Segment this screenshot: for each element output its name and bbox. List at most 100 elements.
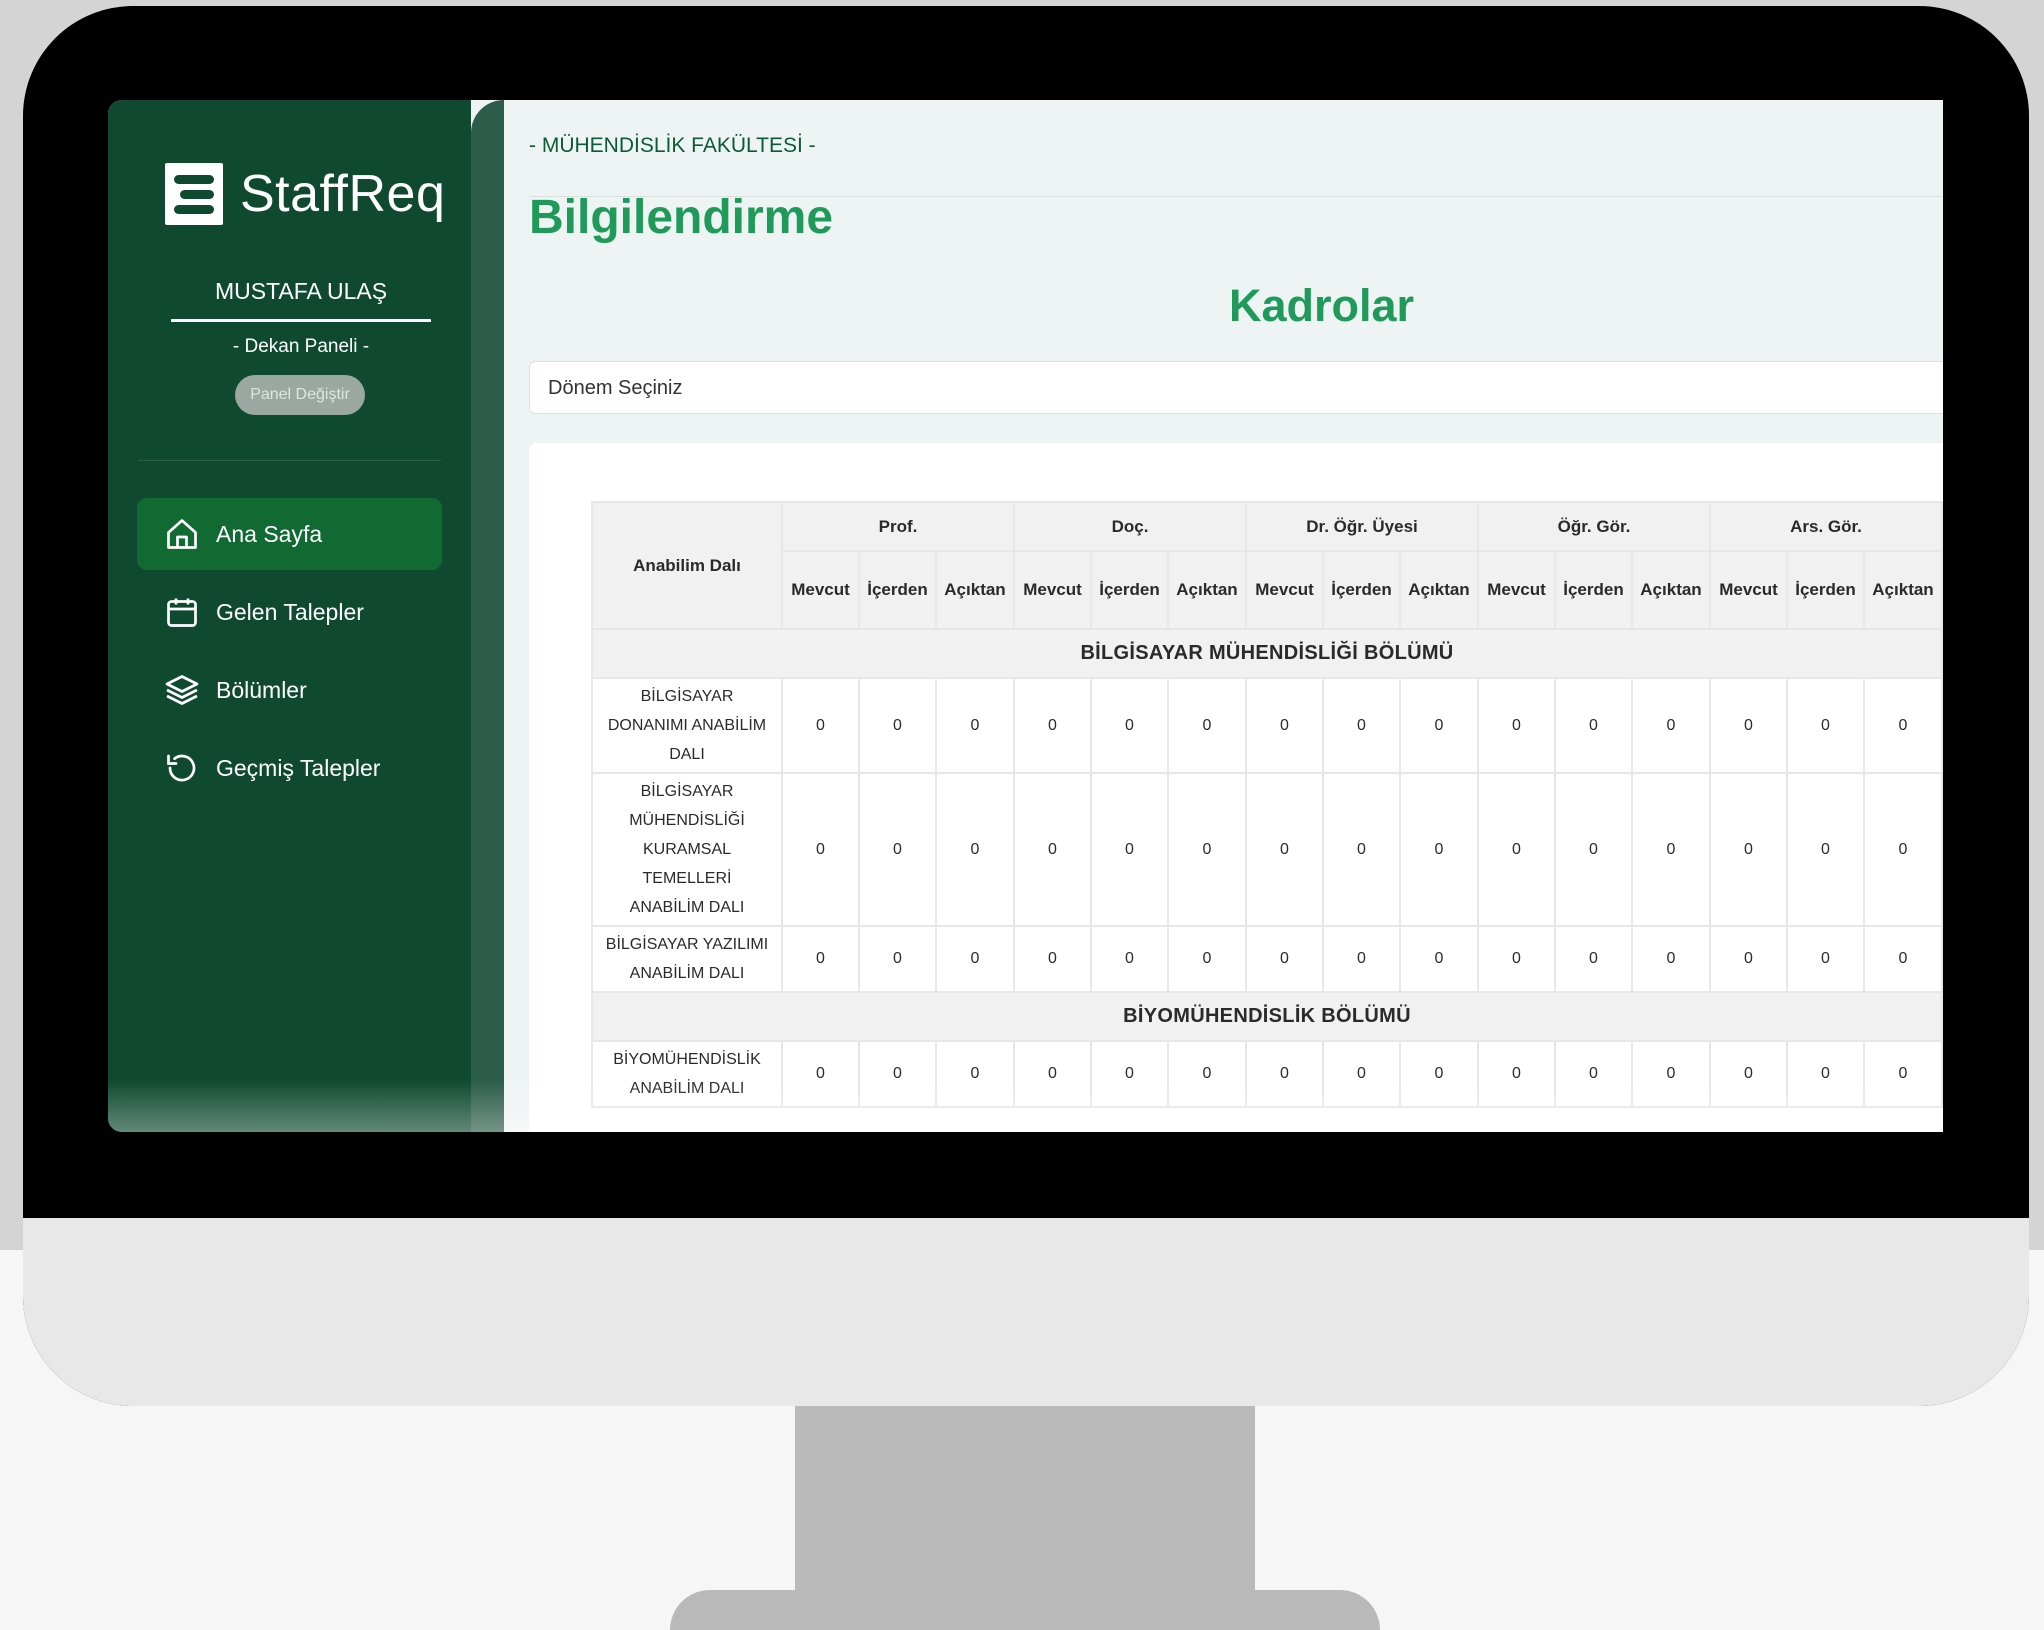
department-name-line: BİLGİSAYAR	[640, 783, 734, 800]
value-cell: 0	[1786, 677, 1865, 774]
value-cell: 0	[1399, 772, 1479, 927]
value-cell: 0	[1167, 772, 1247, 927]
value-cell: 0	[1863, 1040, 1943, 1108]
column-sub-header: Mevcut	[781, 550, 860, 630]
value-cell: 0	[1709, 677, 1788, 774]
column-sub-header: Mevcut	[1013, 550, 1092, 630]
value-cell: 0	[858, 772, 937, 927]
panel-switch-button[interactable]: Panel Değiştir	[235, 375, 365, 415]
sidebar: StaffReq MUSTAFA ULAŞ - Dekan Paneli - P…	[108, 100, 471, 1132]
value-cell: 0	[1863, 925, 1943, 993]
nav-item-ana-sayfa[interactable]: Ana Sayfa	[137, 498, 442, 570]
value-cell: 0	[1786, 925, 1865, 993]
value-cell: 0	[1477, 1040, 1556, 1108]
history-icon	[164, 750, 200, 786]
value-cell: 0	[1631, 677, 1711, 774]
department-name-line: TEMELLERİ	[642, 870, 732, 887]
value-cell: 0	[1554, 1040, 1633, 1108]
value-cell: 0	[1477, 925, 1556, 993]
value-cell: 0	[1863, 772, 1943, 927]
home-icon	[164, 516, 200, 552]
staffreq-logo-icon	[165, 163, 223, 225]
department-name-cell: BİYOMÜHENDİSLİK ANABİLİM DALI	[591, 1040, 783, 1108]
column-sub-header: İçerden	[858, 550, 937, 630]
value-cell: 0	[935, 1040, 1015, 1108]
user-name: MUSTAFA ULAŞ	[171, 278, 431, 322]
column-sub-header: Mevcut	[1245, 550, 1324, 630]
value-cell: 0	[1090, 677, 1169, 774]
value-cell: 0	[781, 925, 860, 993]
value-cell: 0	[935, 677, 1015, 774]
nav-item-bölümler[interactable]: Bölümler	[137, 654, 442, 726]
page-title: Bilgilendirme	[529, 191, 834, 244]
value-cell: 0	[1554, 677, 1633, 774]
value-cell: 0	[1709, 772, 1788, 927]
monitor-stand-base	[670, 1590, 1380, 1630]
value-cell: 0	[935, 925, 1015, 993]
column-group-header: Prof.	[781, 501, 1015, 552]
department-name-line: ANABİLİM DALI	[629, 1080, 745, 1097]
table-row: BİLGİSAYAR MÜHENDİSLİĞİ KURAMSAL TEMELLERİ A…	[591, 772, 1943, 927]
app-name: StaffReq	[240, 165, 446, 223]
column-sub-header: Açıktan	[1863, 550, 1943, 630]
department-name-line: DALI	[669, 746, 705, 763]
value-cell: 0	[935, 772, 1015, 927]
value-cell: 0	[1709, 1040, 1788, 1108]
value-cell: 0	[858, 677, 937, 774]
value-cell: 0	[1399, 1040, 1479, 1108]
value-cell: 0	[1245, 925, 1324, 993]
column-group-header: Dr. Öğr. Üyesi	[1245, 501, 1479, 552]
value-cell: 0	[1631, 925, 1711, 993]
section-row: BİLGİSAYAR MÜHENDİSLİĞİ BÖLÜMÜ	[591, 628, 1943, 679]
department-name-line: KURAMSAL	[642, 841, 732, 858]
nav-item-geçmiş-talepler[interactable]: Geçmiş Talepler	[137, 732, 442, 804]
column-group-header: Ars. Gör.	[1709, 501, 1943, 552]
screen: StaffReq MUSTAFA ULAŞ - Dekan Paneli - P…	[108, 100, 1943, 1132]
column-sub-header: Açıktan	[935, 550, 1015, 630]
value-cell: 0	[858, 1040, 937, 1108]
column-sub-header: Mevcut	[1709, 550, 1788, 630]
value-cell: 0	[1167, 1040, 1247, 1108]
value-cell: 0	[858, 925, 937, 993]
panel-label: - Dekan Paneli -	[232, 336, 370, 357]
department-name-line: ANABİLİM DALI	[629, 965, 745, 982]
value-cell: 0	[781, 677, 860, 774]
section-title: Kadrolar	[1228, 280, 1415, 331]
column-sub-header: İçerden	[1090, 550, 1169, 630]
app-logo[interactable]: StaffReq	[165, 163, 445, 225]
value-cell: 0	[1167, 677, 1247, 774]
value-cell: 0	[1786, 772, 1865, 927]
sidebar-nav: Ana Sayfa Gelen Talepler Bölümler Geçmiş Ta…	[137, 498, 442, 810]
value-cell: 0	[1631, 772, 1711, 927]
column-group-header: Öğr. Gör.	[1477, 501, 1711, 552]
column-sub-header: Mevcut	[1477, 550, 1556, 630]
value-cell: 0	[1245, 772, 1324, 927]
nav-item-label: Ana Sayfa	[216, 520, 323, 547]
table-card: Anabilim Dalı Prof. Doç. Dr. Öğr. Üyesi Öğr.…	[529, 443, 1943, 1132]
value-cell: 0	[1013, 772, 1092, 927]
department-name-line: BİLGİSAYAR	[640, 688, 734, 705]
nav-item-gelen-talepler[interactable]: Gelen Talepler	[137, 576, 442, 648]
value-cell: 0	[1013, 925, 1092, 993]
breadcrumb: - MÜHENDİSLİK FAKÜLTESİ -	[529, 134, 816, 157]
section-title-cell: BİYOMÜHENDİSLİK BÖLÜMÜ	[591, 991, 1943, 1042]
column-sub-header: Açıktan	[1631, 550, 1711, 630]
column-sub-header: İçerden	[1322, 550, 1401, 630]
nav-item-label: Bölümler	[216, 676, 307, 703]
period-select[interactable]: Dönem Seçiniz	[529, 361, 1943, 414]
column-sub-header: İçerden	[1554, 550, 1633, 630]
section-row: BİYOMÜHENDİSLİK BÖLÜMÜ	[591, 991, 1943, 1042]
table-row: BİLGİSAYAR YAZILIMI ANABİLİM DALI 0 0 0 0 0 0 0 0…	[591, 925, 1943, 993]
department-name-cell: BİLGİSAYAR DONANIMI ANABİLİM DALI	[591, 677, 783, 774]
calendar-icon	[164, 594, 200, 630]
department-name-cell: BİLGİSAYAR MÜHENDİSLİĞİ KURAMSAL TEMELLERİ A…	[591, 772, 783, 927]
value-cell: 0	[1322, 1040, 1401, 1108]
value-cell: 0	[1167, 925, 1247, 993]
layers-icon	[164, 672, 200, 708]
table-row: BİLGİSAYAR DONANIMI ANABİLİM DALI 0 0 0 0 0 0 0 0 0…	[591, 677, 1943, 774]
sidebar-edge	[471, 100, 504, 1132]
value-cell: 0	[1477, 772, 1556, 927]
value-cell: 0	[1399, 677, 1479, 774]
value-cell: 0	[1245, 677, 1324, 774]
monitor-chin	[23, 1218, 2029, 1406]
